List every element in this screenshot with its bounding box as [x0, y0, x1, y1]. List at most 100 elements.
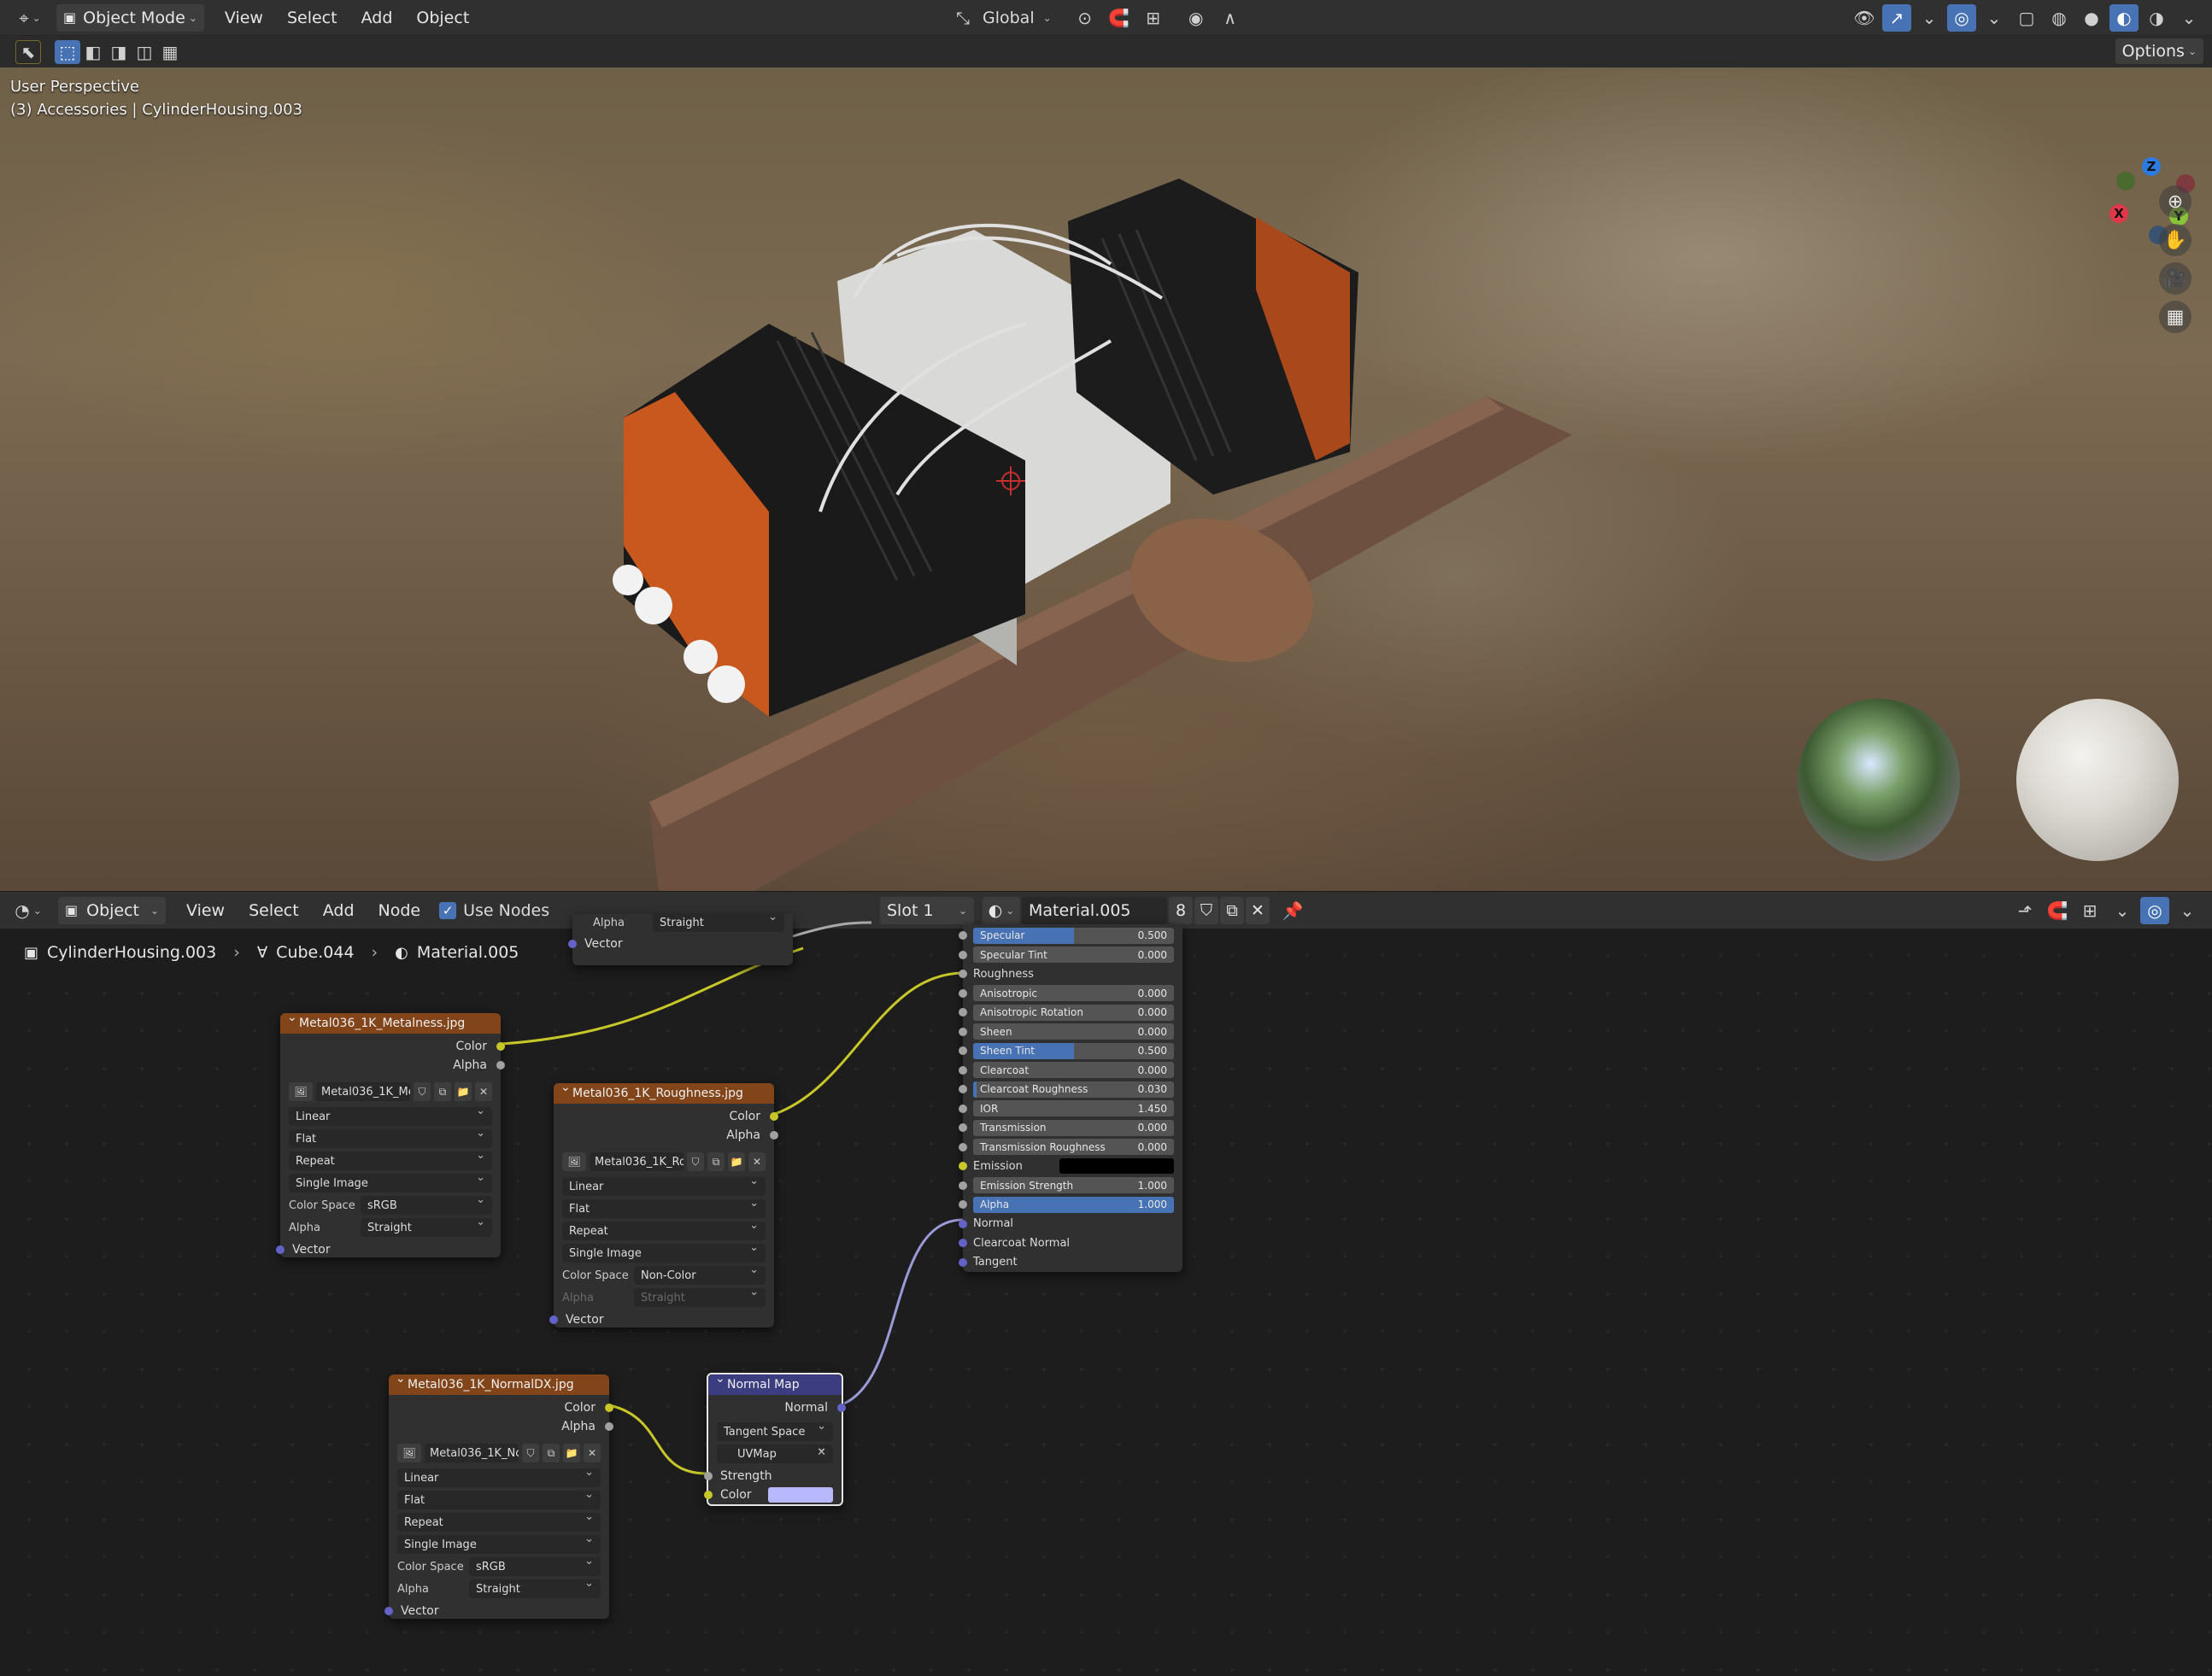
duplicate-material-icon[interactable]: ⧉	[1220, 897, 1244, 924]
extension-dropdown[interactable]: Repeat	[289, 1149, 492, 1170]
uv-map-field[interactable]: UVMap ✕	[717, 1442, 833, 1463]
snap-increment-icon[interactable]: ⊞	[1139, 4, 1168, 32]
interpolation-dropdown[interactable]: Linear	[562, 1175, 766, 1196]
pan-hand-icon[interactable]: ✋	[2159, 224, 2191, 256]
principled-input-socket[interactable]	[959, 1219, 967, 1228]
rendered-shading-icon[interactable]: ◑	[2142, 4, 2171, 32]
x-axis[interactable]: X	[2109, 204, 2128, 223]
principled-input-socket[interactable]	[959, 1008, 967, 1017]
shader-type-dropdown[interactable]: ▣ Object ⌄	[58, 896, 166, 924]
gizmo-dropdown-icon[interactable]: ⌄	[1915, 4, 1944, 32]
image-browse-icon[interactable]: 🖼	[397, 1444, 421, 1462]
use-nodes-checkbox[interactable]: ✓	[439, 901, 457, 919]
roughness-node-title[interactable]: Metal036_1K_Roughness.jpg	[554, 1081, 774, 1104]
principled-input-socket[interactable]	[959, 1046, 967, 1055]
principled-slider[interactable]: Transmission Roughness 0.000	[973, 1139, 1174, 1156]
menu-add[interactable]: Add	[349, 0, 405, 35]
source-dropdown[interactable]: Single Image	[562, 1241, 766, 1263]
fake-user-shield-icon[interactable]: ⛉	[414, 1082, 431, 1101]
principled-input-socket[interactable]	[959, 1142, 967, 1152]
z-axis[interactable]: Z	[2142, 157, 2161, 176]
principled-slider[interactable]: Anisotropic Rotation 0.000	[973, 1004, 1174, 1021]
interpolation-dropdown[interactable]: Linear	[397, 1466, 601, 1487]
alpha-mode-dropdown[interactable]: Straight	[469, 1577, 601, 1598]
pivot-point-icon[interactable]: ⊙	[1071, 4, 1100, 32]
normal-image-node[interactable]: Metal036_1K_NormalDX.jpg Color Alpha 🖼 M…	[384, 1372, 613, 1619]
duplicate-image-icon[interactable]: ⧉	[543, 1444, 560, 1462]
extension-dropdown[interactable]: Repeat	[562, 1219, 766, 1240]
node-menu-view[interactable]: View	[174, 892, 237, 929]
material-user-count[interactable]: 8	[1169, 897, 1193, 924]
alpha-mode-dropdown[interactable]: Straight	[361, 1216, 492, 1237]
select-tool-icon[interactable]: ⬉	[15, 39, 41, 64]
select-box-invert-icon[interactable]: ◫	[132, 40, 157, 64]
image-browse-icon[interactable]: 🖼	[562, 1152, 586, 1171]
editor-type-shader-icon[interactable]: ◔ ⌄	[10, 897, 46, 924]
node-menu-node[interactable]: Node	[367, 892, 433, 929]
material-browse-icon[interactable]: ◐ ⌄	[983, 897, 1020, 924]
menu-select[interactable]: Select	[275, 0, 349, 35]
principled-slider[interactable]: Anisotropic 0.000	[973, 985, 1174, 1002]
node-overlays-icon[interactable]: ◎	[2140, 897, 2169, 924]
snap-dropdown-icon[interactable]: ⌄	[2108, 897, 2137, 924]
duplicate-image-icon[interactable]: ⧉	[434, 1082, 451, 1101]
source-dropdown[interactable]: Single Image	[289, 1171, 492, 1193]
color-space-dropdown[interactable]: sRGB	[469, 1555, 601, 1576]
principled-input-socket[interactable]	[959, 931, 967, 940]
options-button[interactable]: Options ⌄	[2115, 38, 2203, 64]
transform-orientation-label[interactable]: Global	[983, 9, 1035, 27]
partial-alpha-dropdown[interactable]: Straight	[653, 911, 784, 932]
select-box-extend-icon[interactable]: ◧	[80, 40, 106, 64]
metalness-node-title[interactable]: Metal036_1K_Metalness.jpg	[280, 1011, 501, 1034]
vector-input-socket[interactable]	[568, 940, 577, 948]
principled-input-socket[interactable]	[959, 970, 967, 978]
metalness-image-node[interactable]: Metal036_1K_Metalness.jpg Color Alpha 🖼 …	[276, 1011, 505, 1257]
extension-dropdown[interactable]: Repeat	[397, 1510, 601, 1532]
principled-slider[interactable]: Alpha 1.000	[973, 1196, 1174, 1213]
node-menu-add[interactable]: Add	[311, 892, 367, 929]
open-image-folder-icon[interactable]: 📁	[728, 1152, 745, 1171]
color-space-dropdown[interactable]: Non-Color	[634, 1263, 766, 1285]
source-dropdown[interactable]: Single Image	[397, 1532, 601, 1554]
color-space-dropdown[interactable]: sRGB	[361, 1193, 492, 1215]
normal-output-socket[interactable]	[837, 1404, 846, 1412]
principled-input-socket[interactable]	[959, 988, 967, 998]
node-menu-select[interactable]: Select	[237, 892, 311, 929]
open-image-folder-icon[interactable]: 📁	[455, 1082, 472, 1101]
principled-slider[interactable]: Sheen Tint 0.500	[973, 1042, 1174, 1059]
strength-input-socket[interactable]	[704, 1472, 713, 1480]
slot-dropdown[interactable]: Slot 1 ⌄	[880, 897, 974, 924]
vector-input-socket[interactable]	[549, 1316, 558, 1324]
overlays-dropdown-icon[interactable]: ⌄	[1980, 4, 2009, 32]
principled-input-socket[interactable]	[959, 1257, 967, 1267]
principled-input-socket[interactable]	[959, 1085, 967, 1093]
node-overlays-dropdown-icon[interactable]: ⌄	[2173, 897, 2202, 924]
menu-object[interactable]: Object	[404, 0, 481, 35]
projection-dropdown[interactable]: Flat	[397, 1488, 601, 1509]
falloff-icon[interactable]: ∧	[1216, 4, 1245, 32]
roughness-image-node[interactable]: Metal036_1K_Roughness.jpg Color Alpha 🖼 …	[549, 1081, 778, 1327]
proportional-edit-icon[interactable]: ◉	[1182, 4, 1211, 32]
vector-input-socket[interactable]	[384, 1607, 393, 1615]
pin-icon[interactable]: 📌	[1278, 897, 1307, 924]
normal-map-title[interactable]: Normal Map	[708, 1372, 842, 1395]
projection-dropdown[interactable]: Flat	[289, 1127, 492, 1148]
principled-input-socket[interactable]	[959, 1200, 967, 1209]
alpha-output-socket[interactable]	[496, 1061, 505, 1069]
principled-slider[interactable]: Clearcoat Roughness 0.030	[973, 1081, 1174, 1098]
clear-uv-icon[interactable]: ✕	[817, 1446, 826, 1459]
image-name-field[interactable]: Metal036_1K_Met...	[316, 1082, 410, 1101]
normal-space-dropdown[interactable]: Tangent Space	[717, 1420, 833, 1441]
normal-map-node[interactable]: Normal Map Normal Tangent Space UVMap ✕ …	[704, 1372, 846, 1506]
fake-user-shield-icon[interactable]: ⛉	[687, 1152, 704, 1171]
gizmo-toggle-icon[interactable]: ↗	[1882, 4, 1911, 32]
fake-user-shield-icon[interactable]: ⛉	[1194, 897, 1218, 924]
principled-input-socket[interactable]	[959, 1123, 967, 1132]
unlink-material-icon[interactable]: ✕	[1246, 897, 1270, 924]
principled-slider[interactable]: Sheen 0.000	[973, 1023, 1174, 1040]
open-image-folder-icon[interactable]: 📁	[563, 1444, 580, 1462]
alpha-output-socket[interactable]	[770, 1131, 778, 1140]
image-browse-icon[interactable]: 🖼	[289, 1082, 313, 1101]
snap-element-icon[interactable]: ⊞	[2075, 897, 2104, 924]
parent-node-tree-icon[interactable]: ⬏	[2010, 897, 2039, 924]
